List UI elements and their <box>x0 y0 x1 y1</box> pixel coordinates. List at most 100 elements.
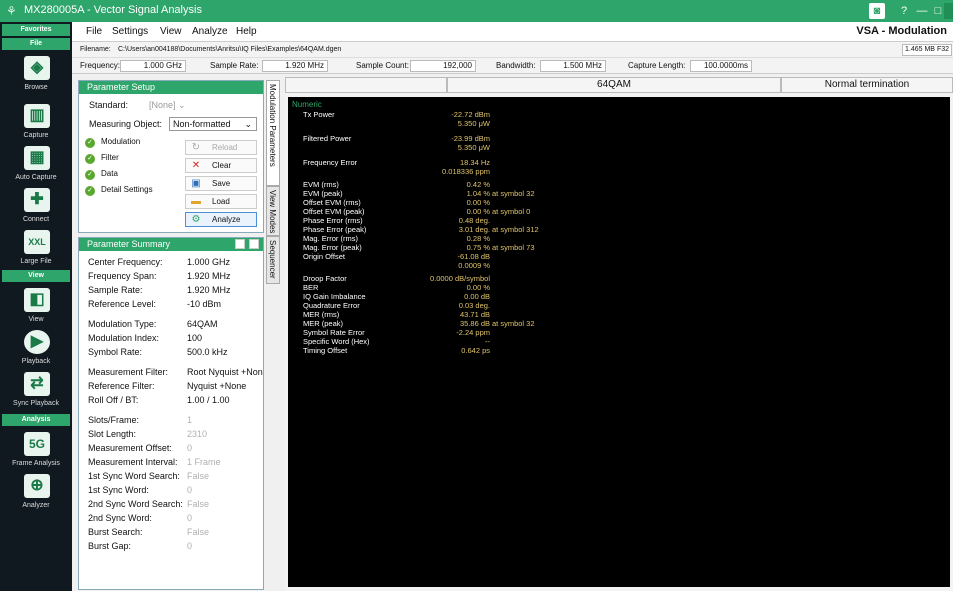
summary-key: 2nd Sync Word Search: <box>88 499 183 509</box>
result-row: Frequency Error 18.34 Hz <box>288 159 938 167</box>
summary-key: Measurement Interval: <box>88 457 178 467</box>
sidebar-item-capture[interactable]: ▥ Capture <box>2 102 70 148</box>
analyze-button[interactable]: ⚙ Analyze <box>185 212 257 227</box>
auto-capture-icon: ▦ <box>24 146 50 170</box>
capture-length-label: Capture Length: <box>628 61 686 70</box>
tab-modulation-parameters[interactable]: Modulation Parameters <box>266 80 280 186</box>
sidebar-item-connect[interactable]: ✚ Connect <box>2 186 70 232</box>
summary-row: Sample Rate: 1.920 MHz <box>88 285 264 297</box>
parameter-setup-panel: Parameter Setup Standard: [None] ⌄ Measu… <box>78 80 264 233</box>
sidebar-item-label: Connect <box>22 216 50 223</box>
menu-bar: File Settings View Analyze Help VSA - Mo… <box>72 22 953 42</box>
result-row: 5.350 μW <box>288 144 938 152</box>
app-logo-icon: ⚘ <box>6 4 17 18</box>
menu-view[interactable]: View <box>160 26 182 37</box>
summary-value: Root Nyquist +None <box>187 367 263 377</box>
summary-value: 2310 <box>187 429 208 439</box>
result-value: 3.01 deg. <box>458 225 490 234</box>
result-value: 0.42 % <box>466 180 490 189</box>
sidebar-item-analyzer[interactable]: ⊕ Analyzer <box>2 472 70 518</box>
save-button[interactable]: ▣ Save <box>185 176 257 191</box>
sidebar-item-frame-analysis[interactable]: 5G Frame Analysis <box>2 430 70 476</box>
capture-length-field[interactable]: 100.0000ms <box>690 60 752 72</box>
summary-row: Slots/Frame: 1 <box>88 415 264 427</box>
clear-button[interactable]: ✕ Clear <box>185 158 257 173</box>
reload-button[interactable]: ↻ Reload <box>185 140 257 155</box>
sync-playback-icon: ⇄ <box>24 372 50 396</box>
filename-path[interactable]: C:\Users\an004188\Documents\Anritsu\IQ F… <box>118 44 818 56</box>
result-value: 0.0009 % <box>458 261 490 270</box>
result-value: 0.00 % <box>466 198 490 207</box>
result-value: 0.28 % <box>466 234 490 243</box>
bandwidth-field[interactable]: 1.500 MHz <box>540 60 606 72</box>
menu-help[interactable]: Help <box>236 26 257 37</box>
close-button[interactable] <box>944 3 953 19</box>
result-value: 1.04 % <box>466 189 490 198</box>
result-row: 0.0009 % <box>288 262 938 270</box>
menu-settings[interactable]: Settings <box>112 26 148 37</box>
summary-row: 2nd Sync Word: 0 <box>88 513 264 525</box>
result-label: Offset EVM (peak) <box>303 207 365 216</box>
sidebar-section-favorites[interactable]: Favorites <box>2 24 70 36</box>
summary-key: 2nd Sync Word: <box>88 513 152 523</box>
summary-view-button[interactable] <box>249 239 259 249</box>
gear-icon: ⚙ <box>191 214 201 225</box>
summary-row: Modulation Type: 64QAM <box>88 319 264 331</box>
numeric-section-label: Numeric <box>292 100 322 109</box>
summary-key: Sample Rate: <box>88 285 143 295</box>
sample-count-field[interactable]: 192,000 <box>410 60 476 72</box>
frame-analysis-icon: 5G <box>24 432 50 456</box>
sidebar-item-sync-playback[interactable]: ⇄ Sync Playback <box>2 370 70 416</box>
summary-value: 1.00 / 1.00 <box>187 395 230 405</box>
result-row: Mag. Error (rms) 0.28 % <box>288 235 938 243</box>
result-label: EVM (peak) <box>303 189 343 198</box>
sidebar-section-file: File <box>2 38 70 50</box>
result-value: 0.00 dB <box>464 292 490 301</box>
sidebar-item-view[interactable]: ◧ View <box>2 286 70 332</box>
sidebar-item-browse[interactable]: ◈ Browse <box>2 54 70 100</box>
result-label: Filtered Power <box>303 134 352 143</box>
result-value: 18.34 Hz <box>459 158 490 167</box>
result-symbol-note: at symbol 73 <box>492 243 535 252</box>
standard-label: Standard: <box>89 100 129 110</box>
reload-icon: ↻ <box>191 142 201 153</box>
help-button[interactable]: ? <box>896 3 912 19</box>
sidebar-item-playback[interactable]: ▶ Playback <box>2 328 70 374</box>
frequency-field[interactable]: 1.000 GHz <box>120 60 186 72</box>
summary-key: 1st Sync Word: <box>88 485 149 495</box>
camera-icon[interactable]: ◙ <box>869 3 885 19</box>
summary-key: Measurement Filter: <box>88 367 169 377</box>
summary-row: Burst Gap: 0 <box>88 541 264 553</box>
result-header-modulation: 64QAM <box>447 77 781 93</box>
result-header-blank <box>285 77 447 93</box>
summary-value: 64QAM <box>187 319 218 329</box>
result-row: EVM (rms) 0.42 % <box>288 181 938 189</box>
menu-analyze[interactable]: Analyze <box>192 26 228 37</box>
summary-value: 100 <box>187 333 203 343</box>
load-button[interactable]: ▬ Load <box>185 194 257 209</box>
summary-key: Center Frequency: <box>88 257 163 267</box>
result-label: Frequency Error <box>303 158 358 167</box>
chevron-down-icon: ⌄ <box>244 119 252 129</box>
browse-icon: ◈ <box>24 56 50 80</box>
sample-rate-field[interactable]: 1.920 MHz <box>262 60 328 72</box>
sidebar-item-label: Capture <box>23 132 49 139</box>
copy-summary-button[interactable] <box>235 239 245 249</box>
result-row: Tx Power -22.72 dBm <box>288 111 938 119</box>
sidebar: Favorites File ◈ Browse ▥ Capture ▦ Auto… <box>0 22 72 591</box>
result-area: 64QAM Normal termination Numeric Tx Powe… <box>285 77 953 591</box>
sidebar-item-large-file[interactable]: XXL Large File <box>2 228 70 274</box>
menu-file[interactable]: File <box>86 26 102 37</box>
sidebar-item-auto-capture[interactable]: ▦ Auto Capture <box>2 144 70 190</box>
result-value: 0.75 % <box>466 243 490 252</box>
result-row: MER (rms) 43.71 dB <box>288 311 938 319</box>
view-icon: ◧ <box>24 288 50 312</box>
measuring-object-select[interactable]: Non-formatted ⌄ <box>169 117 257 131</box>
minimize-button[interactable]: — <box>914 3 930 19</box>
sidebar-section-analysis: Analysis <box>2 414 70 426</box>
tab-view-modes[interactable]: View Modes <box>266 186 280 236</box>
standard-select[interactable]: [None] ⌄ <box>149 100 186 111</box>
summary-row: Frequency Span: 1.920 MHz <box>88 271 264 283</box>
tab-sequencer[interactable]: Sequencer <box>266 236 280 284</box>
summary-value: 500.0 kHz <box>187 347 228 357</box>
